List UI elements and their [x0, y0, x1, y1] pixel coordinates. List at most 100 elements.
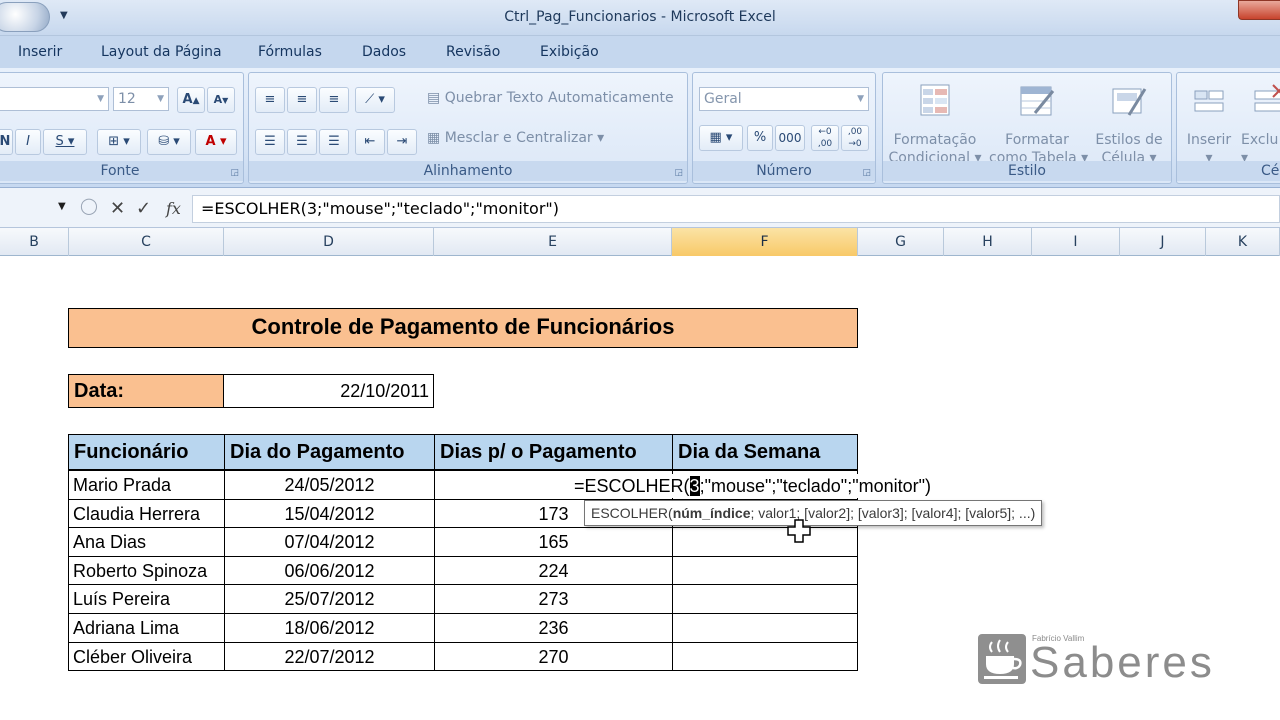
cell-name[interactable]: Ana Dias: [68, 527, 225, 557]
cell-styles-icon: [1112, 88, 1147, 116]
align-middle-button[interactable]: ≡: [287, 87, 317, 113]
header-dias-pagamento[interactable]: Dias p/ o Pagamento: [434, 434, 673, 470]
font-group-label: Fonte: [0, 161, 243, 181]
font-name-combo[interactable]: ▼: [0, 87, 109, 111]
align-bottom-button[interactable]: ≡: [319, 87, 349, 113]
formula-input[interactable]: =ESCOLHER(3;"mouse";"teclado";"monitor"): [192, 195, 1280, 223]
tab-exibicao[interactable]: Exibição: [540, 44, 599, 60]
percent-button[interactable]: %: [747, 125, 773, 151]
column-header-e[interactable]: E: [434, 228, 672, 256]
coffee-cup-logo-icon: [978, 634, 1026, 684]
cell-days[interactable]: 165: [434, 527, 673, 557]
enter-checkmark-icon[interactable]: ✓: [136, 198, 151, 219]
cell-days[interactable]: 236: [434, 613, 673, 643]
column-header-g[interactable]: G: [858, 228, 944, 256]
cell-date[interactable]: 25/07/2012: [224, 584, 435, 614]
cell-weekday[interactable]: [672, 613, 858, 643]
cell-edit-text[interactable]: =ESCOLHER(3;"mouse";"teclado";"monitor"): [572, 474, 933, 498]
cell-weekday[interactable]: [672, 584, 858, 614]
header-funcionario[interactable]: Funcionário: [68, 434, 225, 470]
cell-weekday[interactable]: [672, 641, 858, 672]
orientation-button[interactable]: ⟋ ▾: [355, 87, 395, 113]
column-header-i[interactable]: I: [1032, 228, 1120, 256]
number-format-combo[interactable]: Geral ▼: [699, 87, 869, 111]
cell-name[interactable]: Cléber Oliveira: [68, 641, 225, 672]
cell-weekday[interactable]: [672, 555, 858, 586]
decrease-indent-button[interactable]: ⇤: [355, 129, 385, 155]
tab-revisao[interactable]: Revisão: [446, 44, 500, 60]
fill-color-button[interactable]: ⛁ ▾: [147, 129, 191, 155]
delete-cells-icon: [1254, 84, 1280, 112]
date-value[interactable]: 22/10/2011: [223, 374, 434, 408]
cells-group-label: Célu: [1177, 161, 1280, 181]
cell-days[interactable]: 273: [434, 584, 673, 614]
date-label[interactable]: Data:: [68, 374, 224, 408]
increase-indent-button[interactable]: ⇥: [387, 129, 417, 155]
cell-styles-button[interactable]: Estilos de Célula ▾: [1087, 79, 1171, 166]
align-right-button[interactable]: ☰: [319, 129, 349, 155]
tab-inserir[interactable]: Inserir: [18, 44, 62, 60]
cell-date[interactable]: 24/05/2012: [224, 470, 435, 500]
column-header-f[interactable]: F: [672, 228, 858, 256]
cell-name[interactable]: Mario Prada: [68, 470, 225, 500]
header-dia-pagamento[interactable]: Dia do Pagamento: [224, 434, 435, 470]
align-top-button[interactable]: ≡: [255, 87, 285, 113]
format-as-table-button[interactable]: Formatar como Tabela ▾: [989, 79, 1088, 166]
dialog-launcher-icon[interactable]: ◲: [862, 168, 871, 178]
dialog-launcher-icon[interactable]: ◲: [230, 168, 239, 178]
cell-date[interactable]: 22/07/2012: [224, 641, 435, 672]
close-window-button[interactable]: [1238, 0, 1280, 20]
insert-function-button[interactable]: fx: [166, 199, 181, 218]
insert-cells-button[interactable]: Inserir ▾: [1181, 79, 1237, 166]
chevron-down-icon: ▼: [97, 94, 104, 104]
font-size-combo[interactable]: 12 ▼: [113, 87, 169, 111]
column-header-j[interactable]: J: [1120, 228, 1206, 256]
borders-button[interactable]: ⊞ ▾: [97, 129, 141, 155]
merge-center-button[interactable]: ▦ Mesclar e Centralizar ▾: [427, 130, 604, 146]
wrap-text-button[interactable]: ▤ Quebrar Texto Automaticamente: [427, 90, 674, 106]
sheet-title[interactable]: Controle de Pagamento de Funcionários: [68, 308, 858, 348]
formula-bar: ▼ ◯ ✕ ✓ fx =ESCOLHER(3;"mouse";"teclado"…: [0, 188, 1280, 228]
align-center-button[interactable]: ☰: [287, 129, 317, 155]
cell-days[interactable]: 224: [434, 555, 673, 586]
delete-cells-button[interactable]: Exclu ▾: [1241, 79, 1280, 166]
tab-layout-da-pagina[interactable]: Layout da Página: [101, 44, 222, 60]
name-box-dropdown-icon[interactable]: ▼: [58, 201, 66, 212]
cell-date[interactable]: 06/06/2012: [224, 555, 435, 586]
header-dia-semana[interactable]: Dia da Semana: [672, 434, 858, 470]
cell-name[interactable]: Luís Pereira: [68, 584, 225, 614]
cell-name[interactable]: Claudia Herrera: [68, 498, 225, 529]
cell-date[interactable]: 18/06/2012: [224, 613, 435, 643]
tab-formulas[interactable]: Fórmulas: [258, 44, 322, 60]
column-header-h[interactable]: H: [944, 228, 1032, 256]
shrink-font-button[interactable]: A▼: [207, 87, 235, 113]
cell-cursor-icon: [787, 519, 811, 543]
decrease-decimal-button[interactable]: ,00 →0: [841, 125, 869, 151]
cell-date[interactable]: 15/04/2012: [224, 498, 435, 529]
cell-weekday[interactable]: [672, 527, 858, 557]
column-header-b[interactable]: B: [0, 228, 69, 256]
dialog-launcher-icon[interactable]: ◲: [674, 168, 683, 178]
grow-font-button[interactable]: A▲: [177, 87, 205, 113]
column-header-k[interactable]: K: [1206, 228, 1280, 256]
function-tooltip[interactable]: ESCOLHER(núm_índice; valor1; [valor2]; […: [584, 500, 1043, 526]
font-color-button[interactable]: A ▾: [195, 129, 237, 155]
cell-days[interactable]: 270: [434, 641, 673, 672]
accounting-format-button[interactable]: ▦ ▾: [699, 125, 743, 151]
tab-dados[interactable]: Dados: [362, 44, 406, 60]
cancel-icon[interactable]: ✕: [110, 198, 125, 219]
underline-button[interactable]: S ▾: [43, 129, 87, 155]
conditional-formatting-button[interactable]: Formatação Condicional ▾: [887, 79, 983, 166]
column-header-c[interactable]: C: [69, 228, 224, 256]
italic-button[interactable]: I: [15, 129, 41, 155]
cell-date[interactable]: 07/04/2012: [224, 527, 435, 557]
collapse-handle-icon[interactable]: ◯: [80, 196, 98, 215]
cell-name[interactable]: Roberto Spinoza: [68, 555, 225, 586]
bold-button[interactable]: N: [0, 129, 13, 155]
selected-argument: 3: [689, 476, 700, 496]
cell-name[interactable]: Adriana Lima: [68, 613, 225, 643]
align-left-button[interactable]: ☰: [255, 129, 285, 155]
increase-decimal-button[interactable]: ←0,00: [811, 125, 839, 151]
thousands-separator-button[interactable]: 000: [775, 125, 805, 151]
column-header-d[interactable]: D: [224, 228, 434, 256]
